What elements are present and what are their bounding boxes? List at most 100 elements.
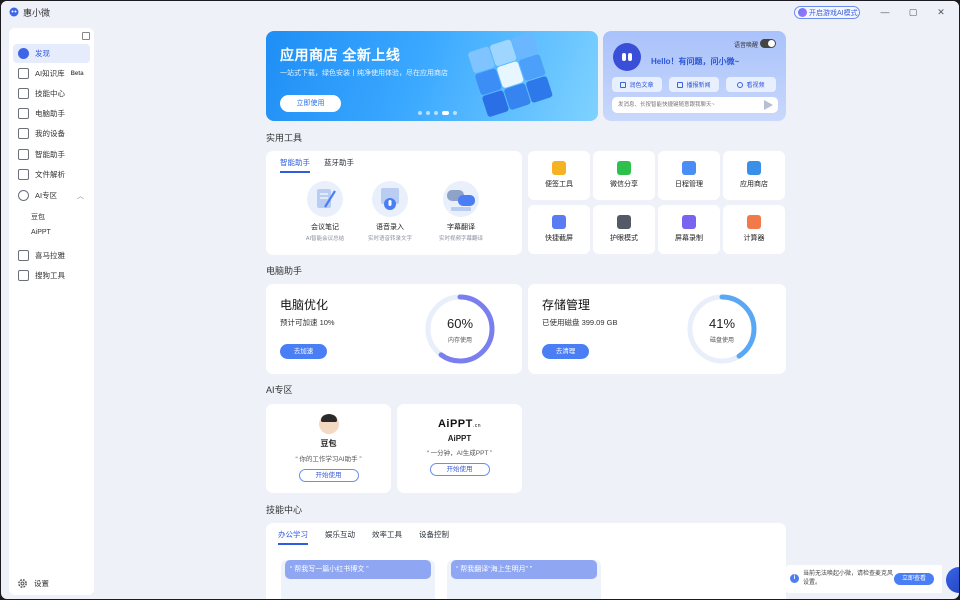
- tool-tile-app-store[interactable]: 应用商店: [723, 151, 785, 200]
- tool-tile-wechat[interactable]: 微信分享: [593, 151, 655, 200]
- skill-prompt[interactable]: “ 帮我写一篇小红书博文 ”: [285, 560, 431, 579]
- maximize-button[interactable]: ▢: [906, 5, 920, 19]
- sidebar-item-knowledge-base[interactable]: AI知识库 Beta: [13, 64, 90, 83]
- feature-name: 会议笔记: [311, 224, 339, 231]
- close-button[interactable]: ✕: [934, 5, 948, 19]
- banner-title: 应用商店 全新上线: [280, 47, 401, 63]
- skill-prompt[interactable]: “ 帮我翻译“海上生明月” ”: [451, 560, 597, 579]
- ai-mode-icon: [798, 8, 807, 17]
- tab-device-control[interactable]: 设备控制: [419, 529, 449, 545]
- banner-dot-active[interactable]: [442, 111, 449, 115]
- tool-tile-label: 计算器: [743, 235, 765, 242]
- banner-dot[interactable]: [434, 111, 438, 115]
- sidebar-item-label: 我的设备: [35, 129, 65, 138]
- aippt-desc: “ 一分钟，AI生成PPT ”: [426, 450, 493, 457]
- memory-usage-value: 60%: [446, 316, 474, 331]
- banner-dot[interactable]: [426, 111, 430, 115]
- tool-tile-calculator[interactable]: 计算器: [723, 205, 785, 254]
- tab-bluetooth-assistant[interactable]: 蓝牙助手: [324, 157, 354, 173]
- tab-efficiency-tools[interactable]: 效率工具: [372, 529, 402, 545]
- subtitle-translate-icon: [443, 181, 479, 217]
- watch-video-button[interactable]: 看视频: [726, 77, 776, 92]
- sidebar-item-assistant[interactable]: 智能助手: [13, 145, 90, 164]
- sidebar-item-label: 搜狗工具: [35, 271, 65, 280]
- tool-tile-screenshot[interactable]: 快捷截屏: [528, 205, 590, 254]
- sidebar-item-label: 技能中心: [35, 89, 65, 98]
- polish-article-button[interactable]: 润色文章: [612, 77, 662, 92]
- knowledge-base-icon: [18, 68, 29, 79]
- sidebar-item-file-parse[interactable]: 文件解析: [13, 165, 90, 184]
- doubao-name: 豆包: [320, 439, 337, 448]
- send-icon[interactable]: [764, 100, 773, 110]
- skill-prompt-card[interactable]: “ 帮我翻译“海上生明月” ”: [447, 560, 601, 599]
- sidebar-item-computer[interactable]: 电脑助手: [13, 104, 90, 123]
- tool-tile-label: 日程管理: [675, 181, 703, 188]
- skill-prompt-card[interactable]: “ 帮我写一篇小红书博文 ”: [281, 560, 435, 599]
- sidebar-subitem-aippt[interactable]: AiPPT: [31, 229, 51, 236]
- microphone-toast: i 当前无法唤起小微，请检查麦克风设置。 立即查看: [784, 565, 942, 593]
- tool-tile-eye-care[interactable]: 护眼模式: [593, 205, 655, 254]
- tool-tile-label: 护眼模式: [610, 235, 638, 242]
- sidebar-collapse-icon[interactable]: [82, 32, 90, 40]
- storage-management-card: 存储管理 已使用磁盘 399.09 GB 去清理 41% 磁盘使用: [528, 284, 786, 374]
- feature-subtitle-translate[interactable]: 字幕翻译 实时视频字幕翻译: [425, 181, 497, 242]
- assistant-float-ball[interactable]: [946, 567, 959, 593]
- optimize-subtitle: 预计可加速 10%: [280, 318, 335, 327]
- feature-voice-input[interactable]: 语音录入 实时语音转录文字: [354, 181, 426, 242]
- aippt-logo-text: AiPPT: [437, 418, 473, 430]
- settings-button[interactable]: 设置: [17, 578, 49, 589]
- tool-tile-notes[interactable]: 便签工具: [528, 151, 590, 200]
- tab-office-study[interactable]: 办公学习: [278, 529, 308, 545]
- banner-dot[interactable]: [453, 111, 457, 115]
- banner-pagination[interactable]: [418, 111, 457, 115]
- skills-section-title: 技能中心: [266, 505, 303, 515]
- tool-tile-calendar[interactable]: 日程管理: [658, 151, 720, 200]
- tab-entertainment[interactable]: 娱乐互动: [325, 529, 355, 545]
- banner-use-now-button[interactable]: 立即使用: [280, 95, 341, 112]
- banner-dot[interactable]: [418, 111, 422, 115]
- sidebar-item-skills[interactable]: 技能中心: [13, 84, 90, 103]
- sidebar-item-devices[interactable]: 我的设备: [13, 124, 90, 143]
- game-ai-mode-button[interactable]: 开启游戏AI模式: [794, 6, 860, 19]
- button-label: 看视频: [746, 83, 765, 89]
- minimize-button[interactable]: —: [878, 5, 892, 19]
- tool-tile-label: 快捷截屏: [545, 235, 573, 242]
- tool-tile-label: 屏幕录制: [675, 235, 703, 242]
- tab-smart-assistant[interactable]: 智能助手: [280, 157, 310, 173]
- assistant-card: Hello！有问题，问小微~ 语音唤醒 润色文章 播报新闻 看视频: [603, 31, 786, 121]
- aippt-start-button[interactable]: 开始使用: [429, 463, 490, 476]
- assistant-icon: [18, 149, 29, 160]
- assistant-message-input[interactable]: [612, 97, 778, 113]
- feature-meeting-notes[interactable]: 会议笔记 AI智能会议总结: [289, 181, 361, 242]
- banner-subtitle: 一站式下载，绿色安装丨纯净使用体验，尽在应用商店: [280, 70, 448, 77]
- news-icon: [677, 81, 684, 88]
- chevron-up-icon[interactable]: ︿: [77, 191, 84, 201]
- tool-tile-screen-record[interactable]: 屏幕录制: [658, 205, 720, 254]
- disk-usage-gauge: 41% 磁盘使用: [684, 291, 760, 367]
- app-store-banner[interactable]: 应用商店 全新上线 一站式下载，绿色安装丨纯净使用体验，尽在应用商店 立即使用: [266, 31, 598, 121]
- file-icon: [18, 169, 29, 180]
- voice-wake-toggle[interactable]: [760, 39, 776, 48]
- voice-wake-label: 语音唤醒: [734, 43, 759, 49]
- speed-up-button[interactable]: 去加速: [280, 344, 327, 359]
- app-window: 惠小微 开启游戏AI模式 — ▢ ✕ 发现 AI知识库 Beta 技能中心 电脑…: [1, 1, 959, 599]
- view-now-button[interactable]: 立即查看: [894, 573, 934, 585]
- tools-tabs: 智能助手 蓝牙助手: [280, 157, 354, 173]
- sidebar-item-discover[interactable]: 发现: [13, 44, 90, 63]
- aippt-card[interactable]: AiPPT.cn AiPPT “ 一分钟，AI生成PPT ” 开始使用: [397, 404, 522, 493]
- sidebar-item-sogou[interactable]: 搜狗工具: [13, 266, 90, 285]
- news-broadcast-button[interactable]: 播报新闻: [669, 77, 719, 92]
- doubao-start-button[interactable]: 开始使用: [298, 469, 359, 482]
- pc-optimize-card: 电脑优化 预计可加速 10% 去加速 60% 内存使用: [266, 284, 522, 374]
- sidebar-subitem-doubao[interactable]: 豆包: [31, 212, 45, 222]
- screenshot-icon: [552, 215, 566, 229]
- aippt-logo: AiPPT.cn: [397, 418, 522, 430]
- toast-message: 当前无法唤起小微，请检查麦克风设置。: [803, 571, 894, 586]
- feature-name: 语音录入: [376, 224, 404, 231]
- doubao-avatar: [318, 414, 339, 434]
- clean-up-button[interactable]: 去清理: [542, 344, 589, 359]
- sidebar-item-label: 智能助手: [35, 150, 65, 159]
- wechat-icon: [617, 161, 631, 175]
- sidebar-item-ximalaya[interactable]: 喜马拉雅: [13, 246, 90, 265]
- doubao-card[interactable]: 豆包 “ 你的工作学习AI助手 ” 开始使用: [266, 404, 391, 493]
